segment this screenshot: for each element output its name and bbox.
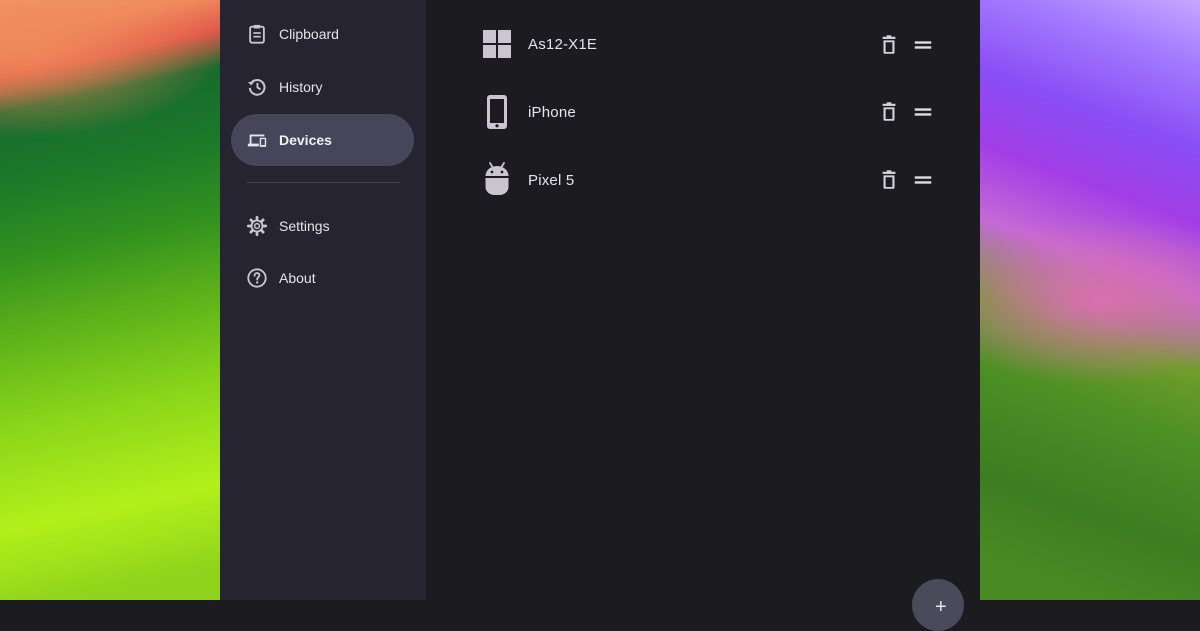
- plus-icon: +: [935, 596, 947, 618]
- trash-icon[interactable]: [878, 169, 900, 191]
- device-row[interactable]: iPhone: [426, 84, 980, 140]
- navigation-sidebar: Clipboard History Devices Settings About: [220, 0, 426, 600]
- windows-icon: [483, 30, 511, 58]
- drag-handle-icon[interactable]: [912, 101, 934, 123]
- drag-handle-icon[interactable]: [912, 34, 934, 56]
- sidebar-item-label: Devices: [279, 132, 332, 148]
- desktop-wallpaper-right: [980, 0, 1200, 600]
- sidebar-item-clipboard[interactable]: Clipboard: [231, 8, 414, 60]
- device-name: As12-X1E: [528, 36, 598, 53]
- sidebar-item-about[interactable]: About: [231, 252, 414, 304]
- phone-icon: [487, 95, 507, 129]
- sidebar-item-label: History: [279, 79, 323, 95]
- trash-icon[interactable]: [878, 34, 900, 56]
- sidebar-item-label: About: [279, 270, 316, 286]
- help-circle-icon: [247, 268, 267, 288]
- sidebar-item-label: Settings: [279, 218, 330, 234]
- device-row[interactable]: Pixel 5: [426, 152, 980, 208]
- android-icon: [485, 162, 509, 195]
- clipboard-icon: [249, 24, 265, 44]
- history-icon: [247, 79, 266, 96]
- sidebar-item-label: Clipboard: [279, 26, 339, 42]
- devices-panel: As12-X1E iPhone Pixel 5: [426, 0, 980, 600]
- gear-icon: [246, 215, 268, 237]
- device-row[interactable]: As12-X1E: [426, 17, 980, 73]
- drag-handle-icon[interactable]: [912, 169, 934, 191]
- desktop-wallpaper-left: [0, 0, 220, 600]
- sidebar-item-settings[interactable]: Settings: [231, 200, 414, 252]
- trash-icon[interactable]: [878, 101, 900, 123]
- sidebar-divider: [246, 182, 400, 183]
- sidebar-item-history[interactable]: History: [231, 61, 414, 113]
- sidebar-item-devices[interactable]: Devices: [231, 114, 414, 166]
- device-name: iPhone: [528, 104, 576, 121]
- device-name: Pixel 5: [528, 172, 575, 189]
- devices-icon: [247, 134, 267, 147]
- add-device-button[interactable]: +: [912, 579, 964, 631]
